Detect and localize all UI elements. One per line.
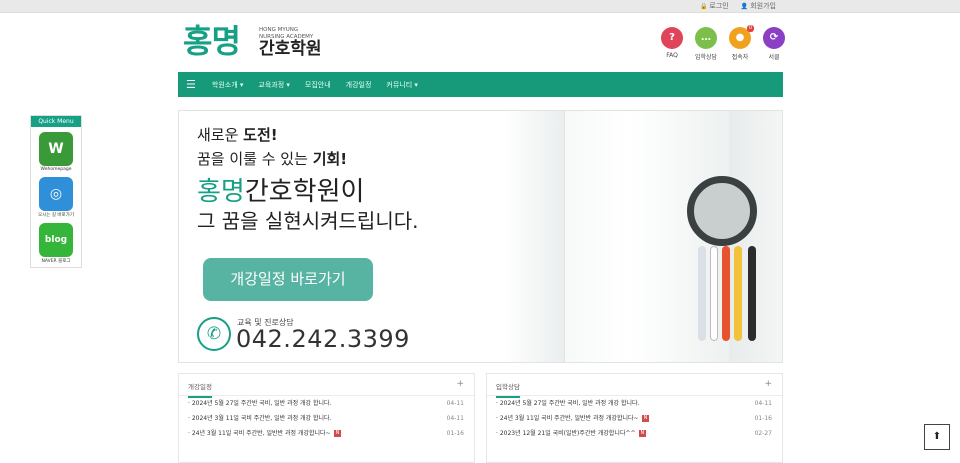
hero-line-4: 그 꿈을 실현시켜드립니다. — [197, 209, 419, 233]
list-item-date: 01-16 — [446, 430, 464, 437]
quick-icon-label: 접속자 — [731, 54, 749, 61]
scroll-to-top-button[interactable]: ⬆ — [924, 424, 950, 450]
quick-menu-item[interactable]: W Wehomepage — [31, 132, 81, 172]
quick-menu-label: NAVER 블로그 — [41, 259, 71, 264]
hero-banner: 새로운 도전! 꿈을 이룰 수 있는 기회! 홍명간호학원이 그 꿈을 실현시켜… — [178, 110, 783, 363]
new-badge: N — [641, 415, 650, 422]
quick-menu-item[interactable]: blog NAVER 블로그 — [31, 223, 81, 264]
top-utility-bar: 🔒 로그인 👤 회원가입 — [0, 0, 960, 13]
login-link[interactable]: 🔒 로그인 — [700, 1, 729, 11]
quick-icon-label: 입학상담 — [694, 54, 718, 61]
nav-item-courses[interactable]: 교육과정 ▾ — [258, 80, 290, 90]
schedule-cta-button[interactable]: 개강일정 바로가기 — [203, 258, 373, 301]
quick-menu-item[interactable]: ◎ 오시는 길 바로가기 — [31, 177, 81, 218]
new-badge: N — [638, 430, 647, 437]
quick-icons: ? FAQ… 입학상담 ● 0 접속자 ⟳ 서클 — [660, 25, 786, 61]
list-item-title: · 2023년 12월 21일 국비(일반)주간반 개강합니다^^ — [496, 430, 636, 437]
quick-menu-label: 오시는 길 바로가기 — [38, 213, 74, 218]
nurse-photo — [504, 111, 782, 362]
lock-icon: 🔒 — [699, 3, 708, 10]
login-label: 로그인 — [709, 2, 729, 10]
question-icon: ? — [661, 27, 683, 49]
quick-icon-label: 서클 — [768, 54, 780, 61]
list-item-title: · 24년 3월 11일 국비 주간반, 일반반 과정 개강합니다~ — [496, 415, 639, 422]
list-item-date: 01-16 — [754, 415, 772, 422]
location-icon: ◎ — [39, 177, 73, 211]
hero-line-3: 홍명간호학원이 — [197, 177, 365, 207]
nav-item-community[interactable]: 커뮤니티 ▾ — [386, 80, 418, 90]
phone-number: 042.242.3399 — [236, 325, 410, 353]
list-item-title: · 2024년 5월 27일 주간반 국비, 일반 과정 개강 합니다. — [496, 400, 640, 407]
hamburger-menu-icon[interactable]: ☰ — [186, 78, 196, 91]
list-item[interactable]: · 24년 3월 11일 국비 주간반, 일반반 과정 개강합니다~ N 01-16 — [487, 411, 782, 426]
quick-icon-0[interactable]: ? FAQ — [660, 27, 684, 61]
list-item-title: · 24년 3월 11일 국비 주간반, 일반반 과정 개강합니다~ — [188, 430, 331, 437]
quick-menu: Quick Menu W Wehomepage ◎ 오시는 길 바로가기 blog NAV… — [30, 115, 82, 268]
phone-icon: ✆ — [197, 317, 231, 351]
list-item[interactable]: · 2024년 5월 27일 주간반 국비, 일반 과정 개강 합니다. 04-1… — [487, 396, 782, 411]
pens-graphic — [694, 246, 779, 346]
list-item[interactable]: · 24년 3월 11일 국비 주간반, 일반반 과정 개강합니다~ N 01-16 — [179, 426, 474, 441]
list-item-date: 04-11 — [754, 400, 772, 407]
quick-icon-2[interactable]: ● 0 접속자 — [728, 25, 754, 61]
quick-menu-title: Quick Menu — [31, 116, 81, 127]
more-plus-icon[interactable]: + — [456, 379, 464, 389]
stethoscope-graphic — [687, 176, 757, 246]
logo-korean: 간호학원 — [259, 39, 322, 59]
list-item[interactable]: · 2024년 3월 11일 국비 주간반, 일반 과정 개강 합니다. 04-1… — [179, 411, 474, 426]
list-item-date: 02-27 — [754, 430, 772, 437]
new-badge: N — [333, 430, 342, 437]
panel-header: 개강일정 + — [179, 374, 474, 398]
w-logo-icon: W — [39, 132, 73, 166]
quick-menu-label: Wehomepage — [40, 167, 72, 172]
hero-line-1: 새로운 도전! — [197, 126, 278, 144]
nav-item-schedule[interactable]: 개강일정 — [346, 80, 372, 90]
list-item-date: 04-11 — [446, 415, 464, 422]
list-item-title: · 2024년 5월 27일 주간반 국비, 일반 과정 개강 합니다. — [188, 400, 332, 407]
circle-icon: ⟳ — [763, 27, 785, 49]
more-plus-icon[interactable]: + — [764, 379, 772, 389]
list-item-title: · 2024년 3월 11일 국비 주간반, 일반 과정 개강 합니다. — [188, 415, 332, 422]
join-label: 회원가입 — [750, 2, 776, 10]
list-item[interactable]: · 2023년 12월 21일 국비(일반)주간반 개강합니다^^ N 02-27 — [487, 426, 782, 441]
join-link[interactable]: 👤 회원가입 — [741, 1, 776, 11]
logo-hongmyung: 홍명 — [183, 22, 241, 60]
visitor-badge: 0 — [746, 25, 754, 32]
nav-item-admission[interactable]: 모집안내 — [305, 80, 331, 90]
list-item-date: 04-11 — [446, 400, 464, 407]
list-item[interactable]: · 2024년 5월 27일 주간반 국비, 일반 과정 개강 합니다. 04-1… — [179, 396, 474, 411]
quick-icon-label: FAQ — [666, 52, 678, 59]
panel-header: 입학상담 + — [487, 374, 782, 398]
chat-icon: … — [695, 27, 717, 49]
quick-icon-1[interactable]: … 입학상담 — [694, 27, 718, 61]
nav-item-about[interactable]: 학원소개 ▾ — [212, 80, 244, 90]
quick-icon-3[interactable]: ⟳ 서클 — [762, 27, 786, 61]
blog-icon: blog — [39, 223, 73, 257]
hero-line-2: 꿈을 이룰 수 있는 기회! — [197, 150, 348, 168]
main-nav: ☰ 학원소개 ▾ 교육과정 ▾ 모집안내 개강일정 커뮤니티 ▾ — [178, 72, 783, 97]
user-icon: 👤 — [740, 3, 749, 10]
